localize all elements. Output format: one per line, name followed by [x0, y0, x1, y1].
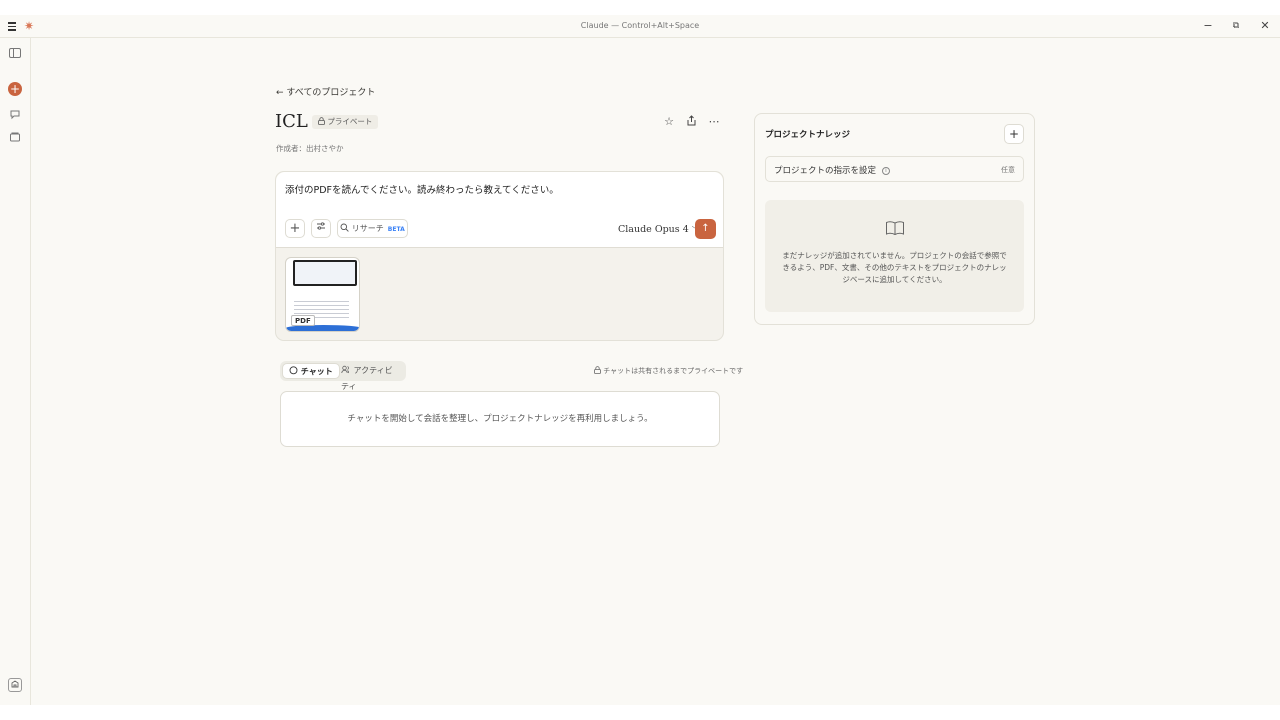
- chat-empty-state: チャットを開始して会話を整理し、プロジェクトナレッジを再利用しましょう。: [280, 391, 720, 447]
- pdf-attachment[interactable]: PDF: [285, 257, 360, 332]
- search-icon: [340, 223, 352, 233]
- account-icon[interactable]: [8, 678, 22, 692]
- set-instructions-button[interactable]: プロジェクトの指示を設定 i 任意: [765, 156, 1024, 182]
- model-selector[interactable]: Claude Opus 4 ﹀: [618, 224, 699, 235]
- project-title: ICL: [275, 111, 308, 132]
- chat-bubble-icon: [289, 366, 301, 376]
- app-window: ✷ Claude — Control+Alt+Space − ⧉ ✕ + ← す…: [0, 15, 1280, 705]
- projects-icon[interactable]: [9, 131, 21, 143]
- instructions-label-wrap: プロジェクトの指示を設定 i: [774, 164, 891, 176]
- back-to-projects-link[interactable]: ← すべてのプロジェクト: [276, 85, 375, 98]
- beta-badge: BETA: [387, 226, 405, 233]
- private-note-text: チャットは共有されるまでプライベートです: [603, 367, 744, 375]
- add-knowledge-button[interactable]: +: [1004, 124, 1024, 144]
- share-icon[interactable]: [684, 115, 698, 129]
- private-note: チャットは共有されるまでプライベートです: [594, 366, 743, 376]
- minimize-button[interactable]: −: [1198, 18, 1218, 34]
- visibility-badge[interactable]: プライベート: [312, 115, 379, 129]
- sidebar: +: [0, 38, 31, 705]
- star-icon[interactable]: ☆: [662, 115, 676, 129]
- send-button[interactable]: ↑: [695, 219, 716, 239]
- title-bar: ✷ Claude — Control+Alt+Space − ⧉ ✕: [0, 15, 1280, 38]
- add-attachment-button[interactable]: +: [285, 219, 305, 238]
- info-icon: i: [882, 166, 891, 175]
- sidebar-toggle-icon[interactable]: [9, 48, 21, 58]
- author-label: 作成者：出村さやか: [276, 144, 344, 153]
- book-icon: [885, 220, 905, 236]
- instructions-optional: 任意: [1001, 166, 1015, 174]
- tab-chat-label: チャット: [300, 367, 333, 376]
- tab-chat[interactable]: チャット: [282, 363, 340, 379]
- lock-icon: [318, 117, 327, 126]
- window-title: Claude — Control+Alt+Space: [580, 21, 700, 30]
- new-chat-button[interactable]: +: [8, 82, 22, 96]
- chats-icon[interactable]: [9, 108, 21, 120]
- more-icon[interactable]: ⋯: [707, 115, 721, 129]
- pdf-preview-image: [293, 260, 357, 286]
- lock-icon: [594, 366, 603, 375]
- chat-activity-tabs: チャット アクティビティ: [280, 361, 406, 391]
- composer-input-area[interactable]: 添付のPDFを読んでください。読み終わったら教えてください。 + リサーチ BET…: [276, 172, 723, 248]
- model-label: Claude Opus 4: [618, 224, 689, 235]
- visibility-label: プライベート: [327, 117, 373, 126]
- pdf-type-label: PDF: [291, 315, 315, 326]
- knowledge-empty-state: まだナレッジが追加されていません。プロジェクトの会話で参照できるよう、PDF、文…: [765, 200, 1024, 312]
- knowledge-title: プロジェクトナレッジ: [765, 130, 851, 140]
- project-knowledge-panel: プロジェクトナレッジ + プロジェクトの指示を設定 i 任意 まだナレッジが追加さ…: [754, 113, 1035, 325]
- tools-button[interactable]: [311, 219, 331, 238]
- research-button[interactable]: リサーチ BETA: [337, 219, 408, 238]
- composer: 添付のPDFを読んでください。読み終わったら教えてください。 + リサーチ BET…: [275, 171, 724, 341]
- prompt-input[interactable]: 添付のPDFを読んでください。読み終わったら教えてください。: [285, 182, 559, 196]
- sliders-icon: [317, 222, 325, 230]
- tab-activity[interactable]: アクティビティ: [335, 363, 406, 391]
- close-button[interactable]: ✕: [1255, 18, 1275, 34]
- instructions-label: プロジェクトの指示を設定: [774, 166, 877, 176]
- users-icon: [341, 365, 354, 375]
- research-label: リサーチ: [351, 224, 384, 233]
- knowledge-empty-text: まだナレッジが追加されていません。プロジェクトの会話で参照できるよう、PDF、文…: [782, 251, 1007, 284]
- restore-button[interactable]: ⧉: [1226, 18, 1246, 34]
